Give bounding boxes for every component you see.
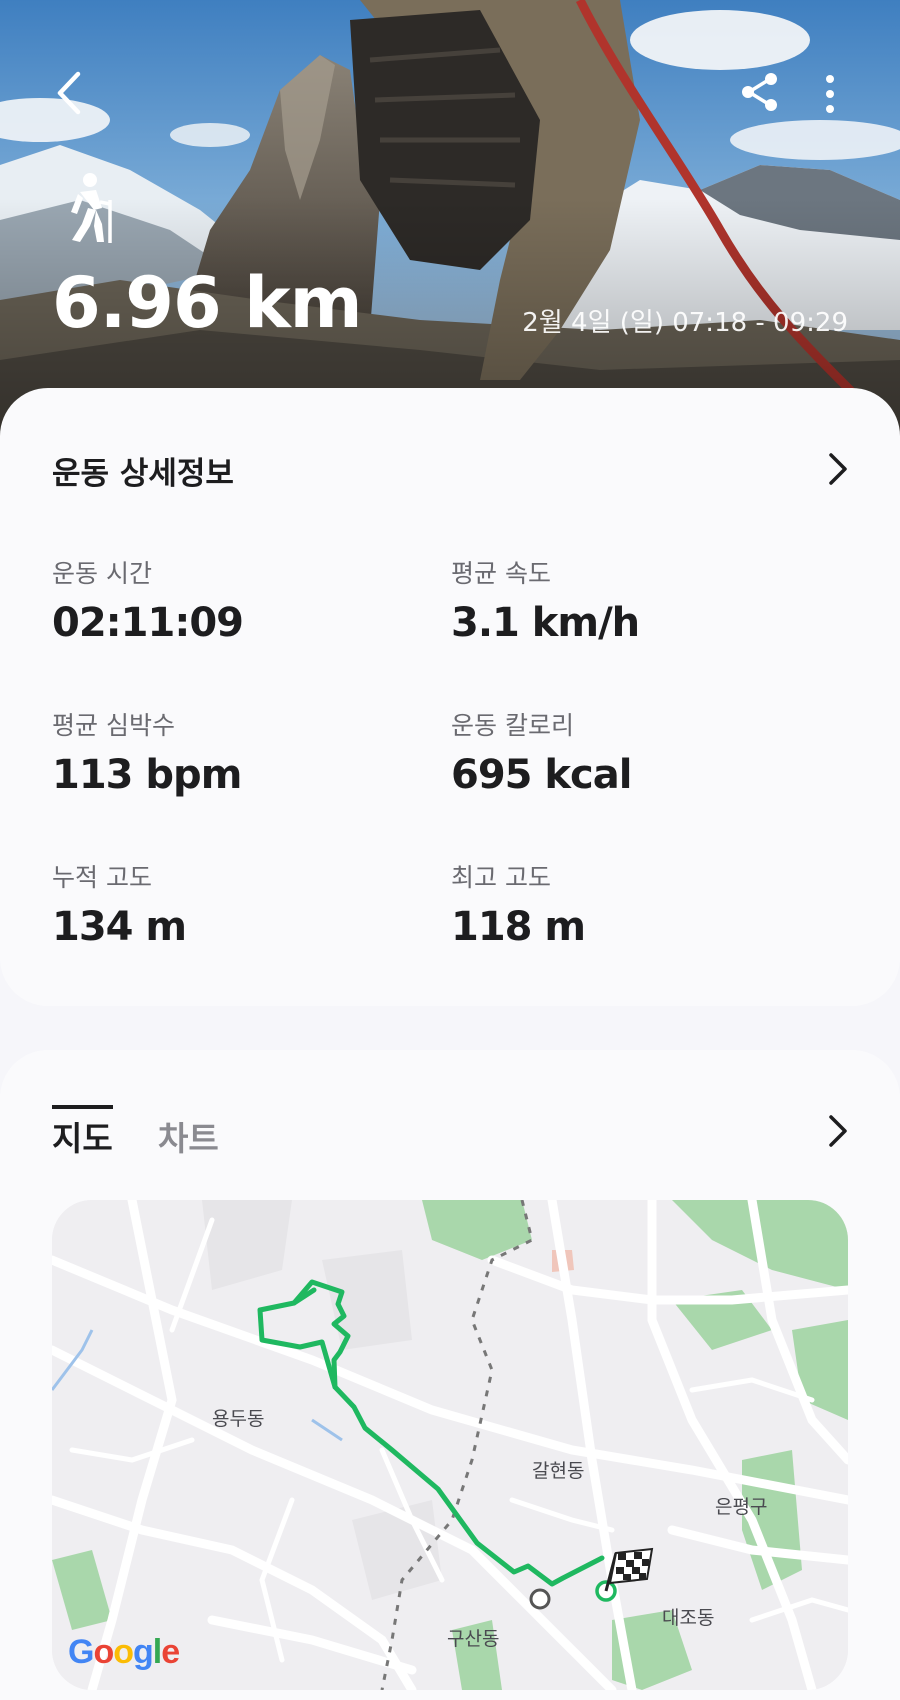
stat-value: 118 m	[451, 904, 586, 950]
workout-route-path	[257, 1279, 605, 1587]
tab-chart[interactable]: 차트	[158, 1112, 219, 1160]
route-finish-flag-icon	[595, 1547, 654, 1602]
stat-max-elevation: 최고 고도 118 m	[451, 858, 586, 950]
details-chevron-right-icon[interactable]	[826, 452, 850, 486]
map-place-label: 대조동	[662, 1607, 715, 1629]
google-logo: Google	[68, 1633, 180, 1671]
stat-label: 운동 칼로리	[451, 711, 574, 740]
stat-workout-time: 운동 시간 02:11:09	[52, 554, 244, 646]
more-options-button[interactable]	[815, 72, 845, 116]
stat-value: 695 kcal	[451, 752, 632, 798]
total-distance: 6.96 km	[52, 262, 363, 344]
stat-label: 운동 시간	[52, 559, 152, 588]
back-button[interactable]	[52, 70, 88, 116]
stat-value: 02:11:09	[52, 600, 244, 646]
stat-calories: 운동 칼로리 695 kcal	[451, 706, 632, 798]
tab-map[interactable]: 지도	[52, 1112, 113, 1160]
workout-datetime: 2월 4일 (일) 07:18 - 09:29	[522, 308, 848, 338]
map-place-label: 은평구	[715, 1496, 768, 1518]
stat-label: 평균 심박수	[52, 711, 175, 740]
stat-label: 최고 고도	[451, 863, 551, 892]
stat-value: 113 bpm	[52, 752, 242, 798]
active-tab-indicator	[52, 1105, 113, 1109]
route-map[interactable]: 용두동 갈현동 은평구 대조동 구산동 Google	[52, 1200, 848, 1690]
share-button[interactable]	[738, 70, 782, 114]
map-place-label: 갈현동	[532, 1460, 585, 1482]
map-place-label: 구산동	[447, 1628, 500, 1650]
stat-value: 134 m	[52, 904, 187, 950]
stat-label: 평균 속도	[451, 559, 551, 588]
stat-avg-speed: 평균 속도 3.1 km/h	[451, 554, 640, 646]
stat-elevation-gain: 누적 고도 134 m	[52, 858, 187, 950]
map-chevron-right-icon[interactable]	[826, 1114, 850, 1148]
stat-avg-heart-rate: 평균 심박수 113 bpm	[52, 706, 242, 798]
stat-value: 3.1 km/h	[451, 600, 640, 646]
map-place-label: 용두동	[212, 1408, 265, 1430]
route-start-marker	[529, 1588, 551, 1610]
workout-details-card: 운동 상세정보 운동 시간 02:11:09 평균 속도 3.1 km/h 평균…	[0, 388, 900, 1006]
details-title: 운동 상세정보	[52, 456, 234, 492]
stat-label: 누적 고도	[52, 863, 152, 892]
hiking-icon	[71, 173, 112, 243]
hero-background-image	[0, 0, 900, 440]
hero-banner: 6.96 km 2월 4일 (일) 07:18 - 09:29	[0, 0, 900, 440]
